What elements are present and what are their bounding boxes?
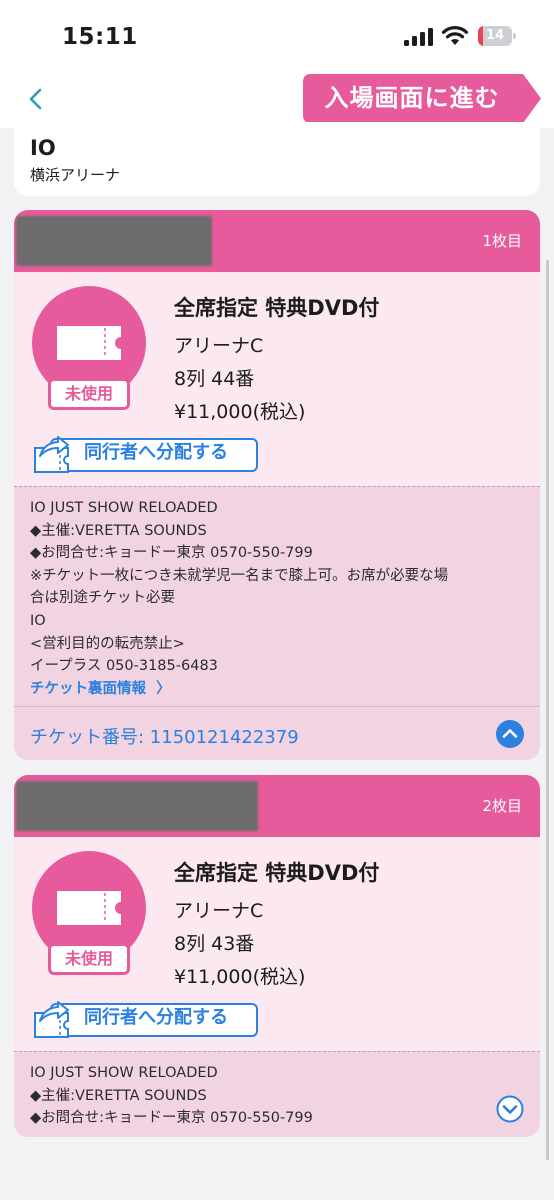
event-info-card: IO 横浜アリーナ bbox=[14, 122, 540, 196]
enter-screen-button[interactable]: 入場画面に進む bbox=[303, 74, 541, 123]
share-label: 同行者へ分配する bbox=[84, 442, 228, 463]
seat-number: 8列 43番 bbox=[174, 933, 255, 955]
seat-type: 全席指定 特典DVD付 bbox=[174, 861, 380, 885]
note-line: <営利目的の転売禁止> bbox=[30, 635, 185, 652]
share-with-companion-button[interactable]: 同行者へ分配する bbox=[32, 999, 258, 1039]
note-line: IO JUST SHOW RELOADED bbox=[30, 1065, 218, 1081]
share-ticket-icon bbox=[34, 436, 69, 473]
ticket-icon bbox=[57, 326, 121, 360]
unused-label: 未使用 bbox=[48, 943, 130, 975]
note-line: IO JUST SHOW RELOADED bbox=[30, 500, 218, 516]
ticket-back-info-label: チケット裏面情報 bbox=[30, 680, 146, 697]
ticket-count: 2枚目 bbox=[482, 797, 522, 815]
seat-info: 全席指定 特典DVD付 アリーナC 8列 43番 ¥11,000(税込) bbox=[174, 857, 379, 995]
ticket-card: 1枚目 未使用 全席指定 特典DVD付 アリーナC 8列 44番 ¥11,000… bbox=[14, 210, 540, 760]
ticket-notes: IO JUST SHOW RELOADED ◆主催:VERETTA SOUNDS… bbox=[14, 1051, 540, 1137]
redacted-name bbox=[16, 216, 212, 266]
status-bar: 15:11 14 bbox=[0, 0, 554, 70]
chevron-down-circle-icon[interactable] bbox=[496, 1095, 524, 1123]
wifi-icon bbox=[441, 26, 469, 45]
ticket-back-info-link[interactable]: チケット裏面情報 〉 bbox=[30, 678, 524, 700]
ticket-card: 2枚目 未使用 全席指定 特典DVD付 アリーナC 8列 43番 ¥11,000… bbox=[14, 775, 540, 1137]
note-line: ◆お問合せ:キョードー東京 0570-550-799 bbox=[30, 545, 313, 562]
ticket-header: 2枚目 bbox=[14, 775, 540, 837]
ticket-icon bbox=[57, 891, 121, 925]
seat-number: 8列 44番 bbox=[174, 368, 255, 390]
redacted-name bbox=[16, 781, 258, 831]
ticket-body: 未使用 全席指定 特典DVD付 アリーナC 8列 43番 ¥11,000(税込)… bbox=[14, 837, 540, 1051]
note-line: ※チケット一枚につき未就学児一名まで膝上可。お席が必要な場 bbox=[30, 567, 449, 584]
ticket-price: ¥11,000(税込) bbox=[174, 966, 306, 988]
ticket-status-badge: 未使用 bbox=[32, 286, 146, 410]
ticket-notes: IO JUST SHOW RELOADED ◆主催:VERETTA SOUNDS… bbox=[14, 486, 540, 706]
seat-type: 全席指定 特典DVD付 bbox=[174, 296, 380, 320]
note-line: ◆主催:VERETTA SOUNDS bbox=[30, 1087, 207, 1104]
event-name: IO bbox=[30, 136, 56, 160]
ticket-status-badge: 未使用 bbox=[32, 851, 146, 975]
chevron-up-circle-icon[interactable] bbox=[496, 720, 524, 748]
event-venue: 横浜アリーナ bbox=[30, 166, 121, 184]
share-ticket-icon bbox=[34, 1001, 69, 1038]
ticket-count: 1枚目 bbox=[482, 232, 522, 250]
scrollbar[interactable] bbox=[546, 260, 549, 1160]
ticket-number-row: チケット番号: 1150121422379 bbox=[14, 706, 540, 760]
seat-area: アリーナC bbox=[174, 900, 264, 922]
chevron-right-icon: 〉 bbox=[151, 680, 171, 697]
note-line: ◆お問合せ:キョードー東京 0570-550-799 bbox=[30, 1110, 313, 1127]
note-line: ◆主催:VERETTA SOUNDS bbox=[30, 522, 207, 539]
cellular-signal-icon bbox=[404, 28, 434, 46]
seat-area: アリーナC bbox=[174, 335, 264, 357]
note-line: 合は別途チケット必要 bbox=[30, 590, 175, 607]
battery-icon: 14 bbox=[478, 26, 516, 46]
ticket-header: 1枚目 bbox=[14, 210, 540, 272]
battery-level: 14 bbox=[485, 28, 505, 43]
share-with-companion-button[interactable]: 同行者へ分配する bbox=[32, 434, 258, 474]
seat-info: 全席指定 特典DVD付 アリーナC 8列 44番 ¥11,000(税込) bbox=[174, 292, 379, 430]
enter-screen-label: 入場画面に進む bbox=[324, 84, 500, 112]
status-time: 15:11 bbox=[62, 24, 138, 50]
nav-bar: 入場画面に進む bbox=[0, 70, 554, 128]
ticket-price: ¥11,000(税込) bbox=[174, 401, 306, 423]
note-line: IO bbox=[30, 612, 46, 629]
share-label: 同行者へ分配する bbox=[84, 1007, 228, 1028]
ticket-number: チケット番号: 1150121422379 bbox=[30, 727, 299, 748]
back-chevron-icon[interactable] bbox=[22, 84, 52, 114]
note-line: イープラス 050-3185-6483 bbox=[30, 658, 218, 675]
unused-label: 未使用 bbox=[48, 378, 130, 410]
ticket-body: 未使用 全席指定 特典DVD付 アリーナC 8列 44番 ¥11,000(税込)… bbox=[14, 272, 540, 486]
